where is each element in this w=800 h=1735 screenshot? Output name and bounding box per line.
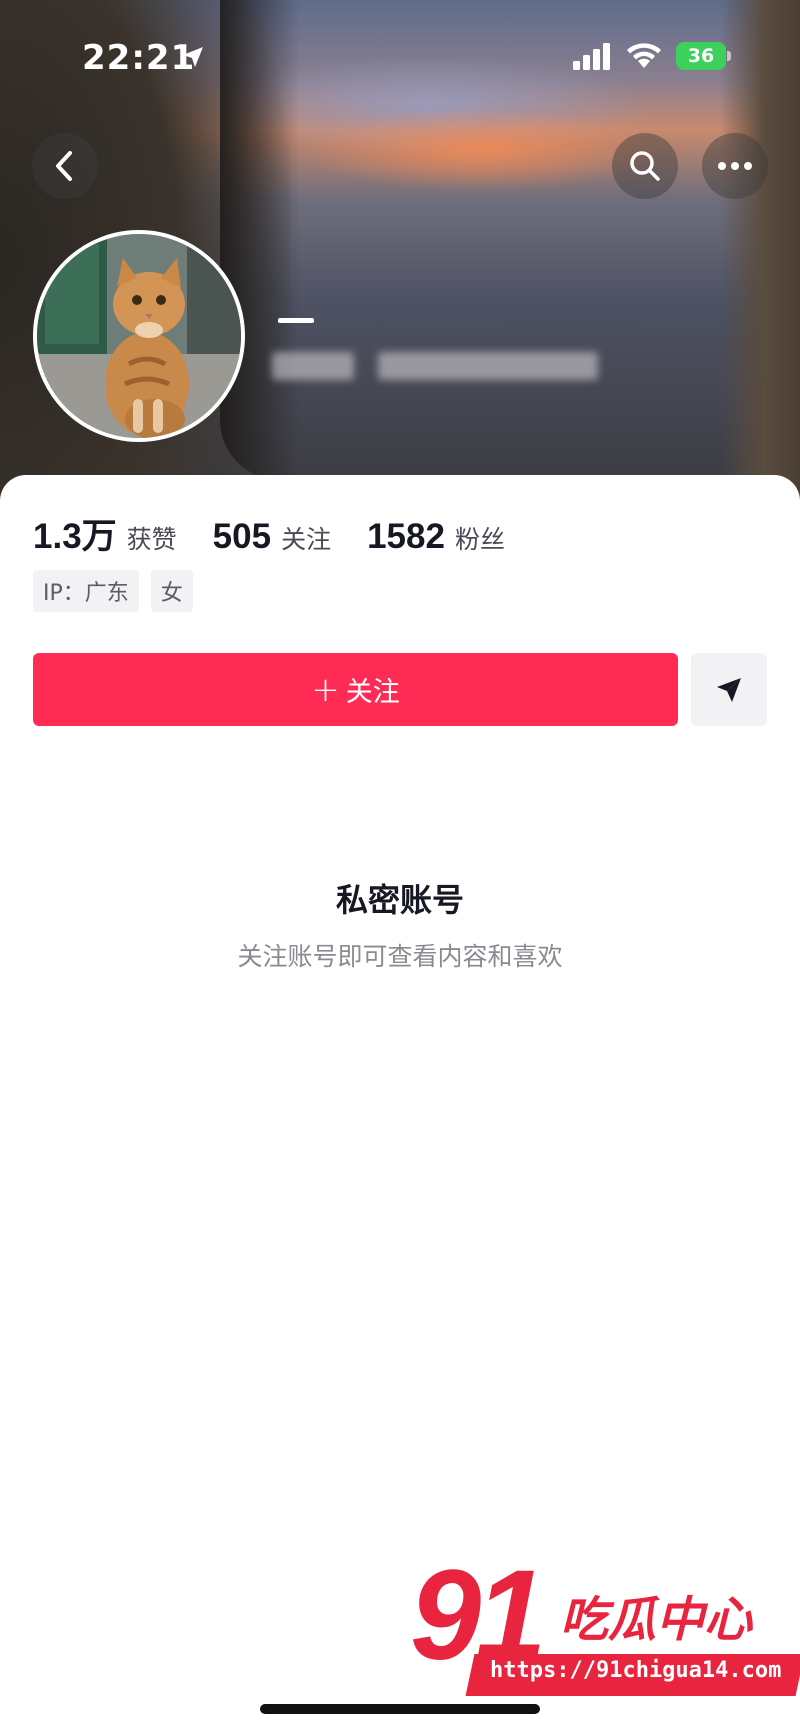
cat-photo-icon <box>37 234 241 438</box>
stats-row: 1.3万 获赞 505 关注 1582 粉丝 <box>33 508 541 556</box>
stat-value: 1.3万 <box>33 517 117 556</box>
more-button[interactable] <box>702 133 768 199</box>
stat-label: 关注 <box>281 525 332 554</box>
profile-content: 1.3万 获赞 505 关注 1582 粉丝 IP：广东 女 + 关注 私密账号… <box>0 475 800 1735</box>
stat-value: 1582 <box>367 517 445 556</box>
profile-name: — <box>278 318 314 323</box>
gender-tag: 女 <box>150 570 193 612</box>
watermark-url: https://91chigua14.com <box>490 1658 782 1683</box>
search-icon <box>630 151 660 181</box>
tag-row: IP：广东 女 <box>33 570 205 612</box>
wifi-icon <box>627 43 661 68</box>
battery-icon: 36 <box>676 42 732 70</box>
follow-button[interactable]: + 关注 <box>33 653 678 726</box>
stat-followers[interactable]: 1582 粉丝 <box>367 517 505 557</box>
battery-level: 36 <box>676 42 726 70</box>
stat-label: 粉丝 <box>454 525 505 554</box>
status-time: 22:21 <box>82 38 196 78</box>
watermark-text: 吃瓜中心 <box>560 1592 753 1648</box>
paper-plane-icon <box>717 677 741 702</box>
private-account-title: 私密账号 <box>335 881 464 919</box>
battery-tip <box>727 51 731 61</box>
location-arrow-icon <box>183 47 203 67</box>
back-button[interactable] <box>32 133 98 199</box>
watermark: 91 吃瓜中心 https://91chigua14.com <box>410 1544 800 1712</box>
send-message-button[interactable] <box>691 653 767 726</box>
more-dots-icon <box>718 162 752 170</box>
search-button[interactable] <box>612 133 678 199</box>
stat-value: 505 <box>212 517 272 556</box>
stat-label: 获赞 <box>126 525 177 554</box>
plus-icon: + <box>311 669 340 710</box>
redacted-info <box>272 352 354 380</box>
stat-following[interactable]: 505 关注 <box>213 517 331 557</box>
ip-location-tag: IP：广东 <box>33 570 139 612</box>
cellular-signal-icon <box>573 43 610 70</box>
chevron-left-icon <box>56 151 72 181</box>
status-bar: 22:21 36 <box>0 30 800 90</box>
avatar[interactable] <box>33 230 245 442</box>
profile-header: 22:21 36 <box>0 0 800 500</box>
home-indicator[interactable] <box>260 1704 540 1714</box>
stat-likes[interactable]: 1.3万 获赞 <box>33 508 177 559</box>
follow-button-label: 关注 <box>345 677 400 708</box>
redacted-info <box>378 352 598 380</box>
private-account-subtitle: 关注账号即可查看内容和喜欢 <box>237 942 563 971</box>
